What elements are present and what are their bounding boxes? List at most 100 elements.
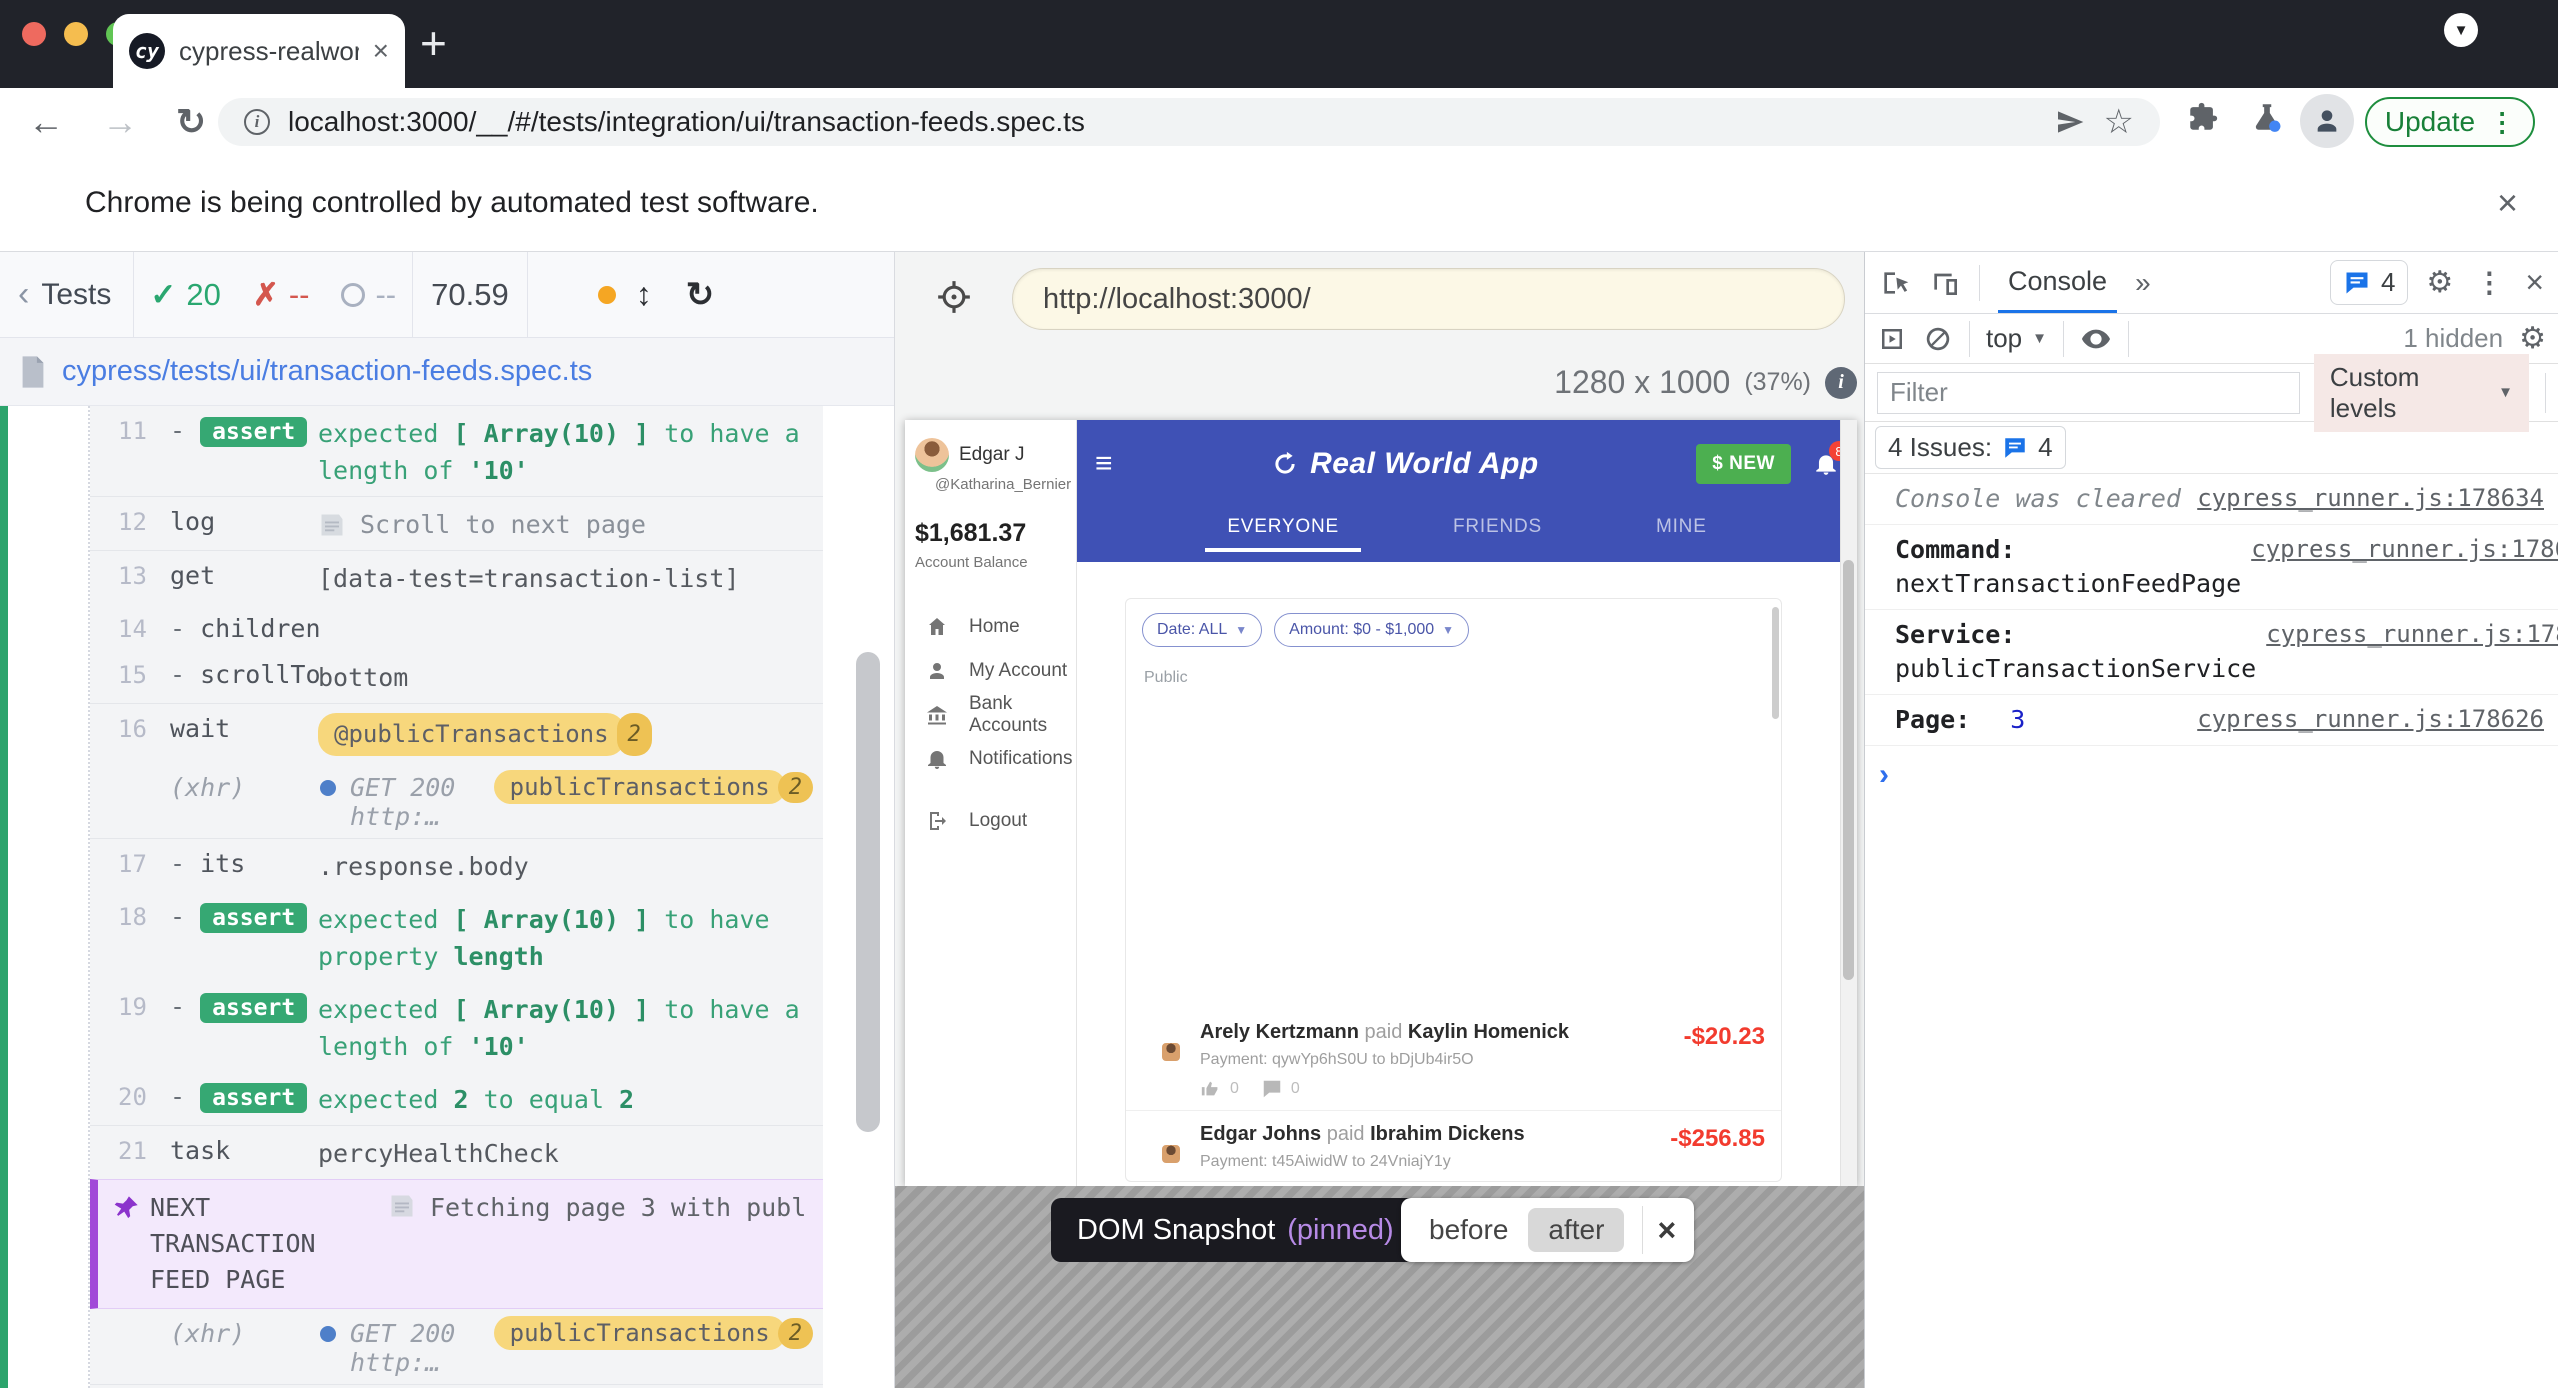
xhr-command-row[interactable]: (xhr)GET 200 http:…publicTransactions2 xyxy=(90,763,823,838)
command-row[interactable]: 13get[data-test=transaction-list] xyxy=(90,550,823,604)
route-alias-badge[interactable]: publicTransactions xyxy=(494,770,786,804)
xhr-command-row[interactable]: (xhr)GET 200 http:…publicTransactions2 xyxy=(90,1309,823,1384)
pin-icon[interactable] xyxy=(112,1194,140,1222)
route-alias-badge[interactable]: publicTransactions xyxy=(494,1316,786,1350)
pinned-command-row[interactable]: NEXT TRANSACTION FEED PAGEFetching page … xyxy=(90,1179,823,1309)
log-levels-dropdown[interactable]: Custom levels ▼ xyxy=(2314,354,2529,432)
bookmark-star-icon[interactable]: ☆ xyxy=(2104,102,2134,142)
sidebar-item-notifications[interactable]: Notifications xyxy=(905,737,1076,781)
console-message[interactable]: Console was clearedcypress_runner.js:178… xyxy=(1865,474,2558,525)
clear-console-icon[interactable] xyxy=(1923,324,1953,354)
profile-avatar[interactable] xyxy=(2300,94,2354,148)
infobar-close-icon[interactable]: × xyxy=(2497,182,2518,224)
address-bar[interactable]: i localhost:3000/__/#/tests/integration/… xyxy=(218,98,2160,146)
tab-everyone[interactable]: EVERYONE xyxy=(1205,508,1361,552)
console-prompt-chevron[interactable]: › xyxy=(1865,746,2558,792)
console-message[interactable]: Command:nextTransactionFeedPagecypress_r… xyxy=(1865,525,2558,610)
command-row[interactable]: 21taskpercyHealthCheck xyxy=(90,1125,823,1179)
sidebar-item-home[interactable]: Home xyxy=(905,605,1076,649)
back-icon[interactable]: ← xyxy=(28,101,64,143)
transaction-card: Date: ALL ▼Amount: $0 - $1,000 ▼ Public … xyxy=(1125,598,1782,1182)
close-window-button[interactable] xyxy=(22,22,46,46)
browser-menu-icon[interactable]: ⋮ xyxy=(2489,107,2515,138)
sidebar-item-bank-accounts[interactable]: Bank Accounts xyxy=(905,693,1076,737)
more-tabs-icon[interactable]: » xyxy=(2135,267,2151,299)
devtools-settings-icon[interactable]: ⚙ xyxy=(2426,265,2453,300)
filter-chip[interactable]: Date: ALL ▼ xyxy=(1142,613,1262,647)
card-scrollbar[interactable] xyxy=(1772,607,1779,719)
log-command-row[interactable]: 12logScroll to next page xyxy=(90,496,823,550)
command-row[interactable]: 15- scrollTobottom xyxy=(90,650,823,703)
assert-command-row[interactable]: 19- assertexpected [ Array(10) ] to have… xyxy=(90,982,823,1072)
rerun-tests-icon[interactable]: ↻ xyxy=(686,275,715,315)
console-messages-badge[interactable]: 4 xyxy=(2330,260,2408,305)
snapshot-after-button[interactable]: after xyxy=(1528,1208,1624,1252)
reload-icon[interactable]: ↻ xyxy=(176,101,206,143)
send-to-device-icon[interactable] xyxy=(2054,106,2086,138)
url-text[interactable]: localhost:3000/__/#/tests/integration/ui… xyxy=(288,106,2036,138)
browser-tab[interactable]: cy cypress-realworld-app × xyxy=(113,14,405,88)
context-selector[interactable]: top ▼ xyxy=(1986,323,2047,354)
command-row[interactable]: 14- children xyxy=(90,604,823,650)
new-transaction-button[interactable]: $ NEW xyxy=(1696,444,1791,484)
forward-icon[interactable]: → xyxy=(102,101,138,143)
command-row[interactable]: 17- its.response.body xyxy=(90,838,823,892)
notifications-bell[interactable]: 8 xyxy=(1813,451,1839,477)
auto-scroll-indicator[interactable] xyxy=(598,286,616,304)
issues-button[interactable]: 4 Issues: 4 xyxy=(1875,426,2066,469)
assert-command-row[interactable]: 11- assertexpected [ Array(10) ] to have… xyxy=(90,406,823,496)
device-toolbar-icon[interactable] xyxy=(1929,267,1961,299)
devtools-close-icon[interactable]: × xyxy=(2525,264,2544,301)
snapshot-before-button[interactable]: before xyxy=(1409,1208,1528,1252)
wait-alias-badge[interactable]: @publicTransactions xyxy=(318,713,625,756)
wait-command-row[interactable]: 16wait@publicTransactions2 xyxy=(90,703,823,763)
hamburger-menu-icon[interactable]: ≡ xyxy=(1095,447,1113,481)
extensions-puzzle-icon[interactable] xyxy=(2186,100,2220,134)
live-expression-eye-icon[interactable] xyxy=(2080,323,2112,355)
aut-url-bar[interactable]: http://localhost:3000/ xyxy=(1012,268,1845,330)
scroll-arrows-icon[interactable]: ↕ xyxy=(636,276,652,313)
snapshot-close-icon[interactable]: × xyxy=(1657,1212,1686,1249)
back-to-tests-button[interactable]: ‹ Tests xyxy=(0,275,133,314)
source-link[interactable]: cypress_runner.js:178634 xyxy=(2197,482,2544,512)
selector-playground-icon[interactable] xyxy=(935,278,973,316)
console-filter-row: Custom levels ▼ xyxy=(1865,364,2558,422)
wait-command-row[interactable]: 23wait@publicTransactions3 xyxy=(90,1384,823,1388)
app-scrollbar-track[interactable] xyxy=(1840,420,1857,1186)
assert-command-row[interactable]: 20- assertexpected 2 to equal 2 xyxy=(90,1072,823,1125)
source-link[interactable]: cypress_runner.js:178626 xyxy=(2197,703,2544,733)
source-link[interactable]: cypress_runner.js:178626 xyxy=(2251,533,2558,563)
console-sidebar-icon[interactable] xyxy=(1877,324,1907,354)
app-main: Date: ALL ▼Amount: $0 - $1,000 ▼ Public … xyxy=(1077,562,1857,1186)
flask-extension-icon[interactable] xyxy=(2250,100,2284,134)
sidebar-item-my-account[interactable]: My Account xyxy=(905,649,1076,693)
minimize-window-button[interactable] xyxy=(64,22,88,46)
app-scrollbar-thumb[interactable] xyxy=(1843,560,1854,980)
source-link[interactable]: cypress_runner.js:178626 xyxy=(2266,618,2558,648)
page-info-icon[interactable]: i xyxy=(244,109,270,135)
console-tab[interactable]: Console xyxy=(1998,253,2117,313)
console-message[interactable]: Page:3cypress_runner.js:178626 xyxy=(1865,695,2558,746)
inspect-element-icon[interactable] xyxy=(1879,267,1911,299)
comment-icon[interactable] xyxy=(1261,1078,1283,1100)
viewport-info-icon[interactable]: i xyxy=(1825,367,1857,399)
filter-chip[interactable]: Amount: $0 - $1,000 ▼ xyxy=(1274,613,1469,647)
transaction-item[interactable]: Edgar Johns paid Ibrahim DickensPayment:… xyxy=(1126,1110,1781,1181)
spec-file-link[interactable]: cypress/tests/ui/transaction-feeds.spec.… xyxy=(62,355,592,388)
transaction-item[interactable]: Arely Kertzmann paid Kaylin HomenickPaym… xyxy=(1126,1009,1781,1110)
assert-command-row[interactable]: 18- assertexpected [ Array(10) ] to have… xyxy=(90,892,823,982)
tab-close-icon[interactable]: × xyxy=(373,35,389,67)
caret-down-icon: ▼ xyxy=(1235,623,1247,637)
reporter-scrollbar[interactable] xyxy=(856,652,880,1132)
chrome-update-button[interactable]: Update ⋮ xyxy=(2365,97,2535,147)
new-tab-button[interactable]: + xyxy=(420,20,447,66)
console-settings-icon[interactable]: ⚙ xyxy=(2519,321,2546,356)
console-filter-input[interactable] xyxy=(1877,372,2300,414)
tab-search-button[interactable]: ▼ xyxy=(2444,13,2478,47)
console-message[interactable]: Service:publicTransactionServicecypress_… xyxy=(1865,610,2558,695)
sidebar-item-logout[interactable]: Logout xyxy=(905,799,1076,843)
tab-friends[interactable]: FRIENDS xyxy=(1431,508,1564,552)
like-icon[interactable] xyxy=(1200,1078,1222,1100)
devtools-menu-icon[interactable]: ⋮ xyxy=(2471,266,2507,299)
tab-mine[interactable]: MINE xyxy=(1634,508,1729,552)
